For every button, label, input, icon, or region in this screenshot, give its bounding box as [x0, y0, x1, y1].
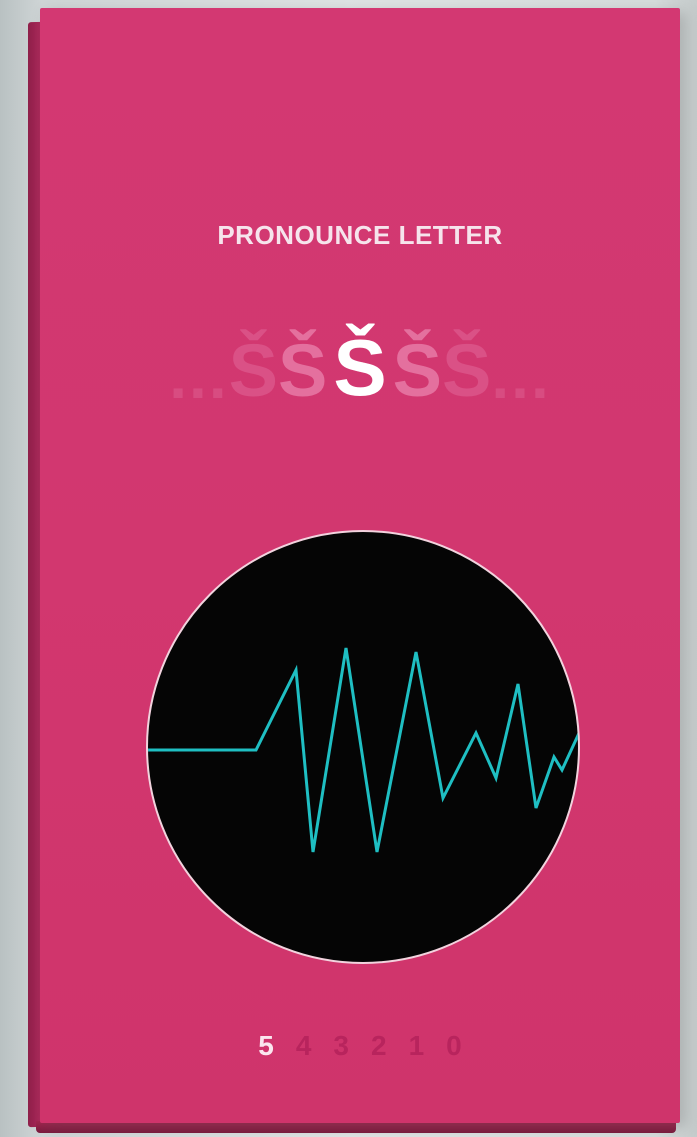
waveform-oscilloscope	[146, 530, 580, 964]
countdown-number: 4	[295, 1030, 312, 1061]
phone-screen: PRONOUNCE LETTER ... Š Š Š Š Š ... 5 4 3…	[40, 8, 680, 1123]
letter-next-2: Š	[442, 329, 492, 412]
scene: PRONOUNCE LETTER ... Š Š Š Š Š ... 5 4 3…	[0, 0, 697, 1137]
letter-strip-left-dots: ...	[169, 340, 229, 412]
letter-strip: ... Š Š Š Š Š ...	[40, 308, 680, 412]
letter-strip-right-dots: ...	[491, 340, 551, 412]
letter-next-1: Š	[392, 329, 443, 412]
countdown-number: 2	[371, 1030, 387, 1061]
screen-title: PRONOUNCE LETTER	[217, 220, 503, 250]
countdown-number: 0	[446, 1030, 462, 1061]
countdown-number-current: 5	[258, 1030, 274, 1061]
letter-previous-1: Š	[277, 329, 328, 412]
countdown-number: 1	[408, 1030, 425, 1061]
countdown: 5 4 3 2 1 0	[40, 1032, 680, 1060]
letter-previous-2: Š	[228, 329, 278, 412]
waveform-ring	[146, 530, 580, 964]
letter-current: Š	[333, 323, 387, 412]
countdown-number: 3	[333, 1030, 349, 1061]
